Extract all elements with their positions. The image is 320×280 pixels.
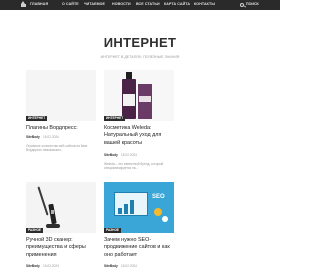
- seo-bar: [124, 204, 128, 214]
- site-tagline: ИНТЕРНЕТ В ДЕТАЛЯХ: ПОЛЕЗНЫЕ ЗНАНИЯ: [100, 55, 180, 59]
- post-excerpt: Огромное количество веб-сайтов на базе В…: [26, 144, 88, 153]
- post-title[interactable]: Ручной 3D сканер: преимущества и сферы п…: [26, 237, 100, 259]
- post-date: 15.02.2024: [43, 135, 59, 139]
- post-title[interactable]: Плагины Вордпресс:: [26, 125, 100, 132]
- box-label: [139, 96, 151, 102]
- post-author[interactable]: SiteBody: [104, 153, 118, 157]
- post-author[interactable]: SiteBody: [104, 264, 118, 268]
- nav-item-about[interactable]: О САЙТЕ: [62, 2, 79, 7]
- category-badge[interactable]: РАЗНОЕ: [26, 228, 44, 233]
- home-icon[interactable]: [21, 1, 26, 7]
- scanner-accent: [51, 210, 54, 214]
- bottle-label: [123, 94, 135, 106]
- nav-item-popular[interactable]: ЧИТАЕМОЕ: [84, 2, 105, 7]
- site-title[interactable]: ИНТЕРНЕТ: [0, 36, 280, 50]
- category-badge[interactable]: ИНТЕРНЕТ: [104, 116, 126, 121]
- scanner-body: [48, 203, 57, 225]
- post-thumbnail[interactable]: [104, 70, 174, 121]
- post-title[interactable]: Косметика Weleda: Натуральный уход для в…: [104, 125, 178, 147]
- post-title[interactable]: Зачем нужно SEO-продвижение сайтов и как…: [104, 237, 178, 259]
- category-badge[interactable]: РАЗНОЕ: [104, 228, 122, 233]
- nav-item-home[interactable]: ГЛАВНАЯ: [30, 2, 48, 7]
- post-thumbnail[interactable]: [26, 70, 96, 121]
- search-label[interactable]: ПОИСК: [246, 2, 259, 7]
- top-navigation: ГЛАВНАЯ О САЙТЕ ЧИТАЕМОЕ НОВОСТИ ВСЕ СТА…: [0, 0, 280, 10]
- seo-bar: [118, 208, 122, 214]
- scanner-base: [46, 224, 60, 228]
- post-thumbnail[interactable]: SEO: [104, 182, 174, 233]
- seo-gear-icon: [154, 208, 162, 216]
- seo-bar: [130, 200, 134, 214]
- post-author[interactable]: SiteBody: [26, 135, 40, 139]
- nav-item-news[interactable]: НОВОСТИ: [112, 2, 131, 7]
- scanner-handle: [37, 186, 49, 216]
- post-date: 15.02.2024: [43, 264, 59, 268]
- nav-item-contacts[interactable]: КОНТАКТЫ: [194, 2, 215, 7]
- nav-item-sitemap[interactable]: КАРТА САЙТА: [164, 2, 190, 7]
- seo-image-text: SEO: [152, 194, 165, 200]
- post-date: 15.02.2024: [121, 153, 137, 157]
- post-author[interactable]: SiteBody: [26, 264, 40, 268]
- category-badge[interactable]: ИНТЕРНЕТ: [26, 116, 48, 121]
- post-excerpt: Weleda – это известный бренд, который сп…: [104, 162, 164, 171]
- search-icon[interactable]: [240, 2, 244, 7]
- nav-item-all-articles[interactable]: ВСЕ СТАТЬИ: [136, 2, 160, 7]
- seo-dot-icon: [162, 216, 168, 222]
- post-thumbnail[interactable]: [26, 182, 96, 233]
- post-date: 15.02.2024: [121, 264, 137, 268]
